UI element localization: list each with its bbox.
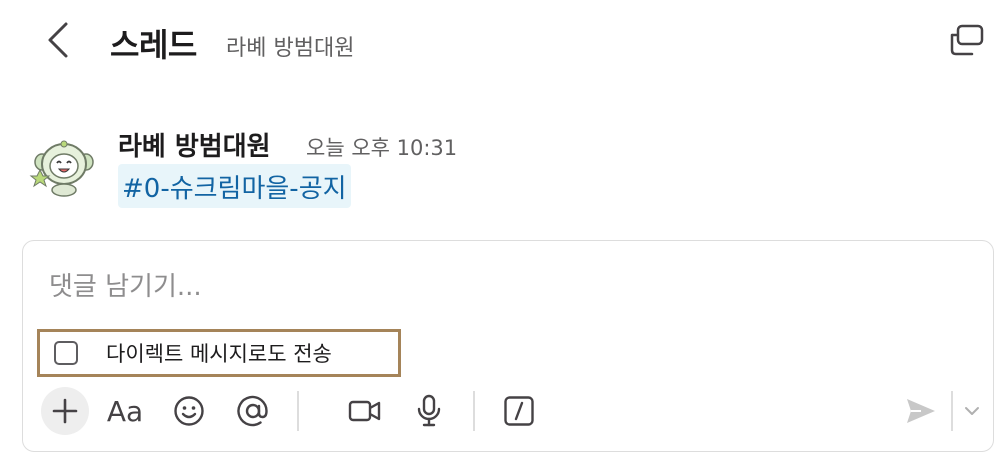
reply-input[interactable] [49, 267, 949, 307]
thread-parent-message: 라볘 방범대원 오늘 오후 10:31 #0-슈크림마을-공지 [0, 118, 1008, 218]
slash-command-icon [504, 396, 534, 426]
reply-composer: 다이렉트 메시지로도 전송 Aa [22, 240, 994, 452]
open-in-window-button[interactable] [944, 20, 988, 60]
send-button[interactable] [897, 387, 945, 435]
format-label: Aa [106, 394, 144, 428]
chevron-left-icon [48, 22, 68, 58]
microphone-icon [417, 394, 441, 427]
add-attachment-button[interactable] [41, 387, 89, 435]
also-send-dm-checkbox[interactable] [54, 341, 78, 365]
formatting-button[interactable]: Aa [101, 387, 149, 435]
page-title: 스레드 [110, 26, 197, 64]
open-in-window-icon [950, 24, 984, 56]
video-camera-icon [348, 400, 381, 422]
send-icon [907, 399, 935, 423]
chevron-down-icon [965, 407, 979, 415]
toolbar-divider [473, 391, 475, 431]
send-options-button[interactable] [955, 387, 989, 435]
video-clip-button[interactable] [341, 387, 389, 435]
send-divider [951, 391, 953, 431]
avatar[interactable] [28, 132, 100, 204]
at-sign-icon [237, 395, 268, 427]
thread-header: 스레드 라볘 방범대원 [0, 0, 1008, 88]
also-send-dm-option[interactable]: 다이렉트 메시지로도 전송 [37, 329, 401, 377]
page-subtitle: 라볘 방범대원 [226, 36, 355, 61]
emoji-icon [174, 396, 204, 426]
composer-toolbar: Aa [39, 387, 979, 435]
emoji-button[interactable] [165, 387, 213, 435]
message-author[interactable]: 라볘 방범대원 [118, 126, 271, 163]
mention-button[interactable] [229, 387, 277, 435]
toolbar-divider [297, 391, 299, 431]
channel-link[interactable]: #0-슈크림마을-공지 [118, 164, 351, 208]
message-timestamp[interactable]: 오늘 오후 10:31 [306, 132, 457, 162]
back-button[interactable] [38, 20, 78, 60]
plus-icon [52, 398, 78, 424]
also-send-dm-label: 다이렉트 메시지로도 전송 [106, 342, 332, 366]
audio-clip-button[interactable] [405, 387, 453, 435]
robot-avatar-icon [29, 140, 94, 197]
shortcuts-button[interactable] [495, 387, 543, 435]
